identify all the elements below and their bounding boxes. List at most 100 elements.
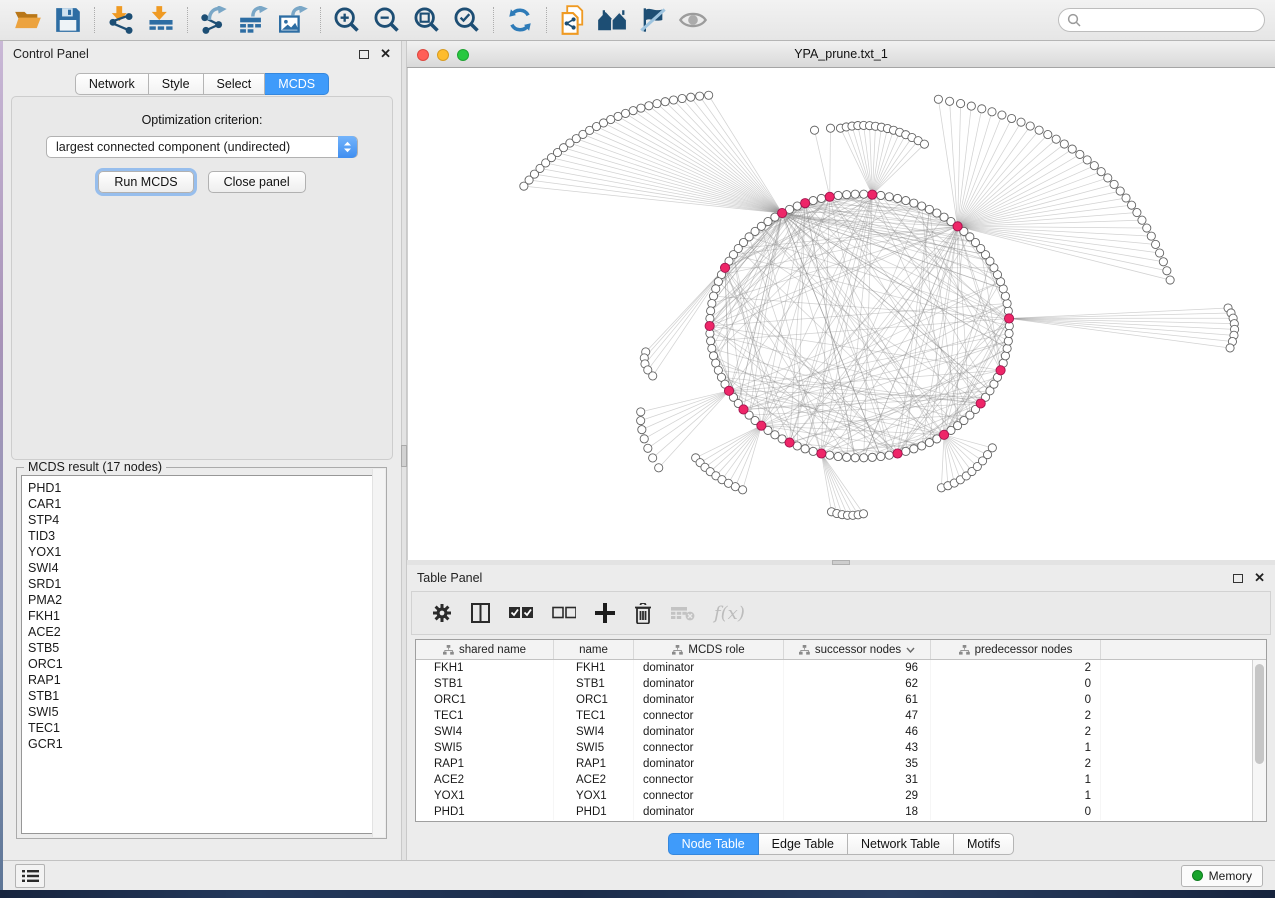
window-zoom-icon[interactable] <box>457 49 469 61</box>
clone-network-icon[interactable] <box>553 3 593 37</box>
cell-name[interactable]: SWI4 <box>554 724 634 740</box>
table-row[interactable]: FKH1FKH1dominator962 <box>416 660 1266 676</box>
refresh-view-icon[interactable] <box>500 3 540 37</box>
task-history-button[interactable] <box>15 864 45 888</box>
cell-shared-name[interactable]: ACE2 <box>416 772 554 788</box>
cell-MCDS-role[interactable]: connector <box>634 708 784 724</box>
tab-select[interactable]: Select <box>204 73 266 95</box>
table-row[interactable]: TEC1TEC1connector472 <box>416 708 1266 724</box>
import-table-icon[interactable] <box>141 3 181 37</box>
tab-network-table[interactable]: Network Table <box>848 833 954 855</box>
zoom-selected-icon[interactable] <box>447 3 487 37</box>
save-session-icon[interactable] <box>48 3 88 37</box>
cell-predecessor-nodes[interactable]: 2 <box>931 660 1101 676</box>
column-header-name[interactable]: name <box>554 640 634 659</box>
cell-name[interactable]: PHD1 <box>554 804 634 820</box>
table-row[interactable]: ACE2ACE2connector311 <box>416 772 1266 788</box>
show-hidden-icon[interactable] <box>673 3 713 37</box>
result-list-item[interactable]: GCR1 <box>28 736 381 752</box>
export-image-icon[interactable] <box>274 3 314 37</box>
table-row[interactable]: RAP1RAP1dominator352 <box>416 756 1266 772</box>
add-icon[interactable] <box>595 603 615 623</box>
network-window-titlebar[interactable]: YPA_prune.txt_1 <box>407 41 1275 68</box>
window-close-icon[interactable] <box>417 49 429 61</box>
result-list-item[interactable]: FKH1 <box>28 608 381 624</box>
table-scrollbar[interactable] <box>1252 660 1266 821</box>
float-panel-icon[interactable] <box>1233 574 1243 583</box>
cell-successor-nodes[interactable]: 31 <box>784 772 931 788</box>
cell-MCDS-role[interactable]: dominator <box>634 756 784 772</box>
close-panel-button[interactable]: Close panel <box>208 171 306 193</box>
network-graph[interactable] <box>408 68 1275 560</box>
import-network-icon[interactable] <box>101 3 141 37</box>
cell-MCDS-role[interactable]: connector <box>634 788 784 804</box>
search-input[interactable] <box>1081 12 1256 28</box>
show-columns-icon[interactable] <box>471 603 490 623</box>
result-list-item[interactable]: STB1 <box>28 688 381 704</box>
tab-edge-table[interactable]: Edge Table <box>759 833 848 855</box>
cell-predecessor-nodes[interactable]: 0 <box>931 692 1101 708</box>
cell-successor-nodes[interactable]: 35 <box>784 756 931 772</box>
cell-MCDS-role[interactable]: dominator <box>634 676 784 692</box>
cell-predecessor-nodes[interactable]: 2 <box>931 708 1101 724</box>
result-list-item[interactable]: TID3 <box>28 528 381 544</box>
cell-predecessor-nodes[interactable]: 2 <box>931 724 1101 740</box>
zoom-out-icon[interactable] <box>367 3 407 37</box>
search-box[interactable] <box>1058 8 1265 32</box>
cell-name[interactable]: SWI5 <box>554 740 634 756</box>
cell-MCDS-role[interactable]: connector <box>634 772 784 788</box>
cell-MCDS-role[interactable]: dominator <box>634 804 784 820</box>
result-list-item[interactable]: STP4 <box>28 512 381 528</box>
cell-predecessor-nodes[interactable]: 2 <box>931 756 1101 772</box>
cell-predecessor-nodes[interactable]: 0 <box>931 676 1101 692</box>
cell-name[interactable]: RAP1 <box>554 756 634 772</box>
result-list-scrollbar[interactable] <box>372 469 385 837</box>
cell-predecessor-nodes[interactable]: 1 <box>931 772 1101 788</box>
cell-successor-nodes[interactable]: 46 <box>784 724 931 740</box>
close-panel-icon[interactable]: ✕ <box>1254 573 1265 583</box>
cell-predecessor-nodes[interactable]: 0 <box>931 804 1101 820</box>
column-header-successor-nodes[interactable]: successor nodes <box>784 640 931 659</box>
cell-predecessor-nodes[interactable]: 1 <box>931 788 1101 804</box>
cell-name[interactable]: TEC1 <box>554 708 634 724</box>
result-list-item[interactable]: PHD1 <box>28 480 381 496</box>
table-row[interactable]: PHD1PHD1dominator180 <box>416 804 1266 820</box>
cell-shared-name[interactable]: YOX1 <box>416 788 554 804</box>
cell-shared-name[interactable]: PHD1 <box>416 804 554 820</box>
export-table-icon[interactable] <box>234 3 274 37</box>
result-list-item[interactable]: ORC1 <box>28 656 381 672</box>
result-list-item[interactable]: STB5 <box>28 640 381 656</box>
export-network-icon[interactable] <box>194 3 234 37</box>
cell-shared-name[interactable]: FKH1 <box>416 660 554 676</box>
result-list-item[interactable]: PMA2 <box>28 592 381 608</box>
cell-MCDS-role[interactable]: dominator <box>634 692 784 708</box>
criterion-dropdown[interactable]: largest connected component (undirected) <box>46 136 358 158</box>
cell-shared-name[interactable]: TEC1 <box>416 708 554 724</box>
cell-shared-name[interactable]: ORC1 <box>416 692 554 708</box>
cell-name[interactable]: ACE2 <box>554 772 634 788</box>
float-panel-icon[interactable] <box>359 50 369 59</box>
scrollbar-thumb[interactable] <box>1255 664 1264 764</box>
result-list-item[interactable]: SRD1 <box>28 576 381 592</box>
cell-shared-name[interactable]: RAP1 <box>416 756 554 772</box>
cell-name[interactable]: STB1 <box>554 676 634 692</box>
cell-successor-nodes[interactable]: 29 <box>784 788 931 804</box>
cell-successor-nodes[interactable]: 18 <box>784 804 931 820</box>
cell-name[interactable]: YOX1 <box>554 788 634 804</box>
result-list-item[interactable]: TEC1 <box>28 720 381 736</box>
delete-trash-icon[interactable] <box>634 603 652 624</box>
window-minimize-icon[interactable] <box>437 49 449 61</box>
cell-MCDS-role[interactable]: dominator <box>634 724 784 740</box>
column-header-MCDS-role[interactable]: MCDS role <box>634 640 784 659</box>
table-row[interactable]: YOX1YOX1connector291 <box>416 788 1266 804</box>
table-row[interactable]: SWI4SWI4dominator462 <box>416 724 1266 740</box>
cell-MCDS-role[interactable]: connector <box>634 740 784 756</box>
open-file-icon[interactable] <box>8 3 48 37</box>
cell-MCDS-role[interactable]: dominator <box>634 660 784 676</box>
memory-button[interactable]: Memory <box>1181 865 1263 887</box>
run-mcds-button[interactable]: Run MCDS <box>98 171 193 193</box>
zoom-fit-icon[interactable] <box>407 3 447 37</box>
cell-shared-name[interactable]: SWI4 <box>416 724 554 740</box>
hide-selected-icon[interactable] <box>633 3 673 37</box>
mcds-result-list[interactable]: PHD1CAR1STP4TID3YOX1SWI4SRD1PMA2FKH1ACE2… <box>21 475 382 834</box>
